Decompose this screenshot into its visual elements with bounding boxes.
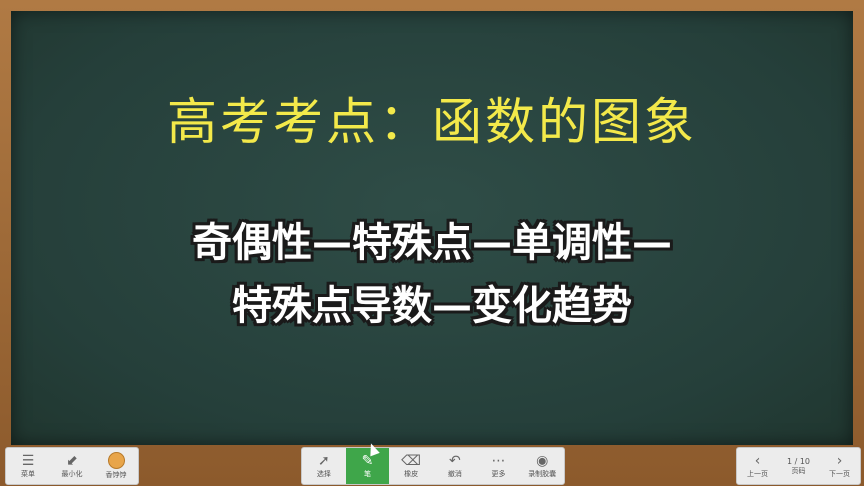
- page-number: 1 / 10: [786, 456, 811, 466]
- more-label: 更多: [491, 470, 506, 478]
- minimize-icon: ⬋: [66, 453, 78, 469]
- next-page-button[interactable]: › 下一页: [819, 448, 860, 484]
- cursor-icon: ➚: [317, 453, 330, 469]
- next-page-label: 下一页: [829, 470, 850, 478]
- pager-toolbar: ‹ 上一页 1 / 10 页码 › 下一页: [736, 447, 861, 485]
- more-icon: ⋯: [491, 453, 506, 469]
- menu-label: 菜单: [21, 470, 35, 478]
- menu-icon: ☰: [21, 453, 35, 469]
- menu-button[interactable]: ☰ 菜单: [6, 448, 50, 484]
- left-toolbar: ☰ 菜单 ⬋ 最小化 香饽饽: [5, 447, 139, 485]
- tools-toolbar: ➚ 选择 ✎ 笔 ⌫ 橡皮 ↶ 撤消 ⋯ 更多 ◉ 录制胶囊: [301, 447, 565, 485]
- chevron-right-icon: ›: [836, 453, 843, 469]
- page-indicator[interactable]: 1 / 10 页码: [778, 448, 819, 484]
- board-title: 高考考点：函数的图象: [167, 93, 697, 151]
- eraser-tool-button[interactable]: ⌫ 橡皮: [389, 448, 433, 484]
- more-button[interactable]: ⋯ 更多: [477, 448, 521, 484]
- prev-page-button[interactable]: ‹ 上一页: [737, 448, 778, 484]
- record-button[interactable]: ◉ 录制胶囊: [520, 448, 564, 484]
- page-label: 页码: [791, 466, 806, 475]
- record-icon: ◉: [536, 453, 549, 469]
- record-label: 录制胶囊: [528, 470, 557, 478]
- board-subtitle-line-1: 奇偶性—特殊点—单调性—: [192, 220, 672, 266]
- eraser-tool-label: 橡皮: [404, 470, 419, 478]
- board-subtitle-line-2: 特殊点导数—变化趋势: [232, 283, 632, 329]
- pen-tool-label: 笔: [364, 470, 371, 478]
- undo-button[interactable]: ↶ 撤消: [433, 448, 477, 484]
- prev-page-label: 上一页: [747, 470, 768, 478]
- undo-icon: ↶: [448, 453, 461, 469]
- undo-label: 撤消: [447, 470, 462, 478]
- chevron-left-icon: ‹: [754, 453, 761, 469]
- user-label: 香饽饽: [105, 471, 127, 479]
- select-tool-button[interactable]: ➚ 选择: [302, 448, 346, 484]
- user-button[interactable]: 香饽饽: [94, 448, 138, 484]
- eraser-icon: ⌫: [401, 453, 422, 469]
- minimize-button[interactable]: ⬋ 最小化: [50, 448, 94, 484]
- minimize-label: 最小化: [61, 470, 83, 478]
- select-tool-label: 选择: [316, 470, 331, 478]
- pen-tool-button[interactable]: ✎ 笔: [345, 448, 390, 484]
- avatar-icon: [107, 452, 125, 469]
